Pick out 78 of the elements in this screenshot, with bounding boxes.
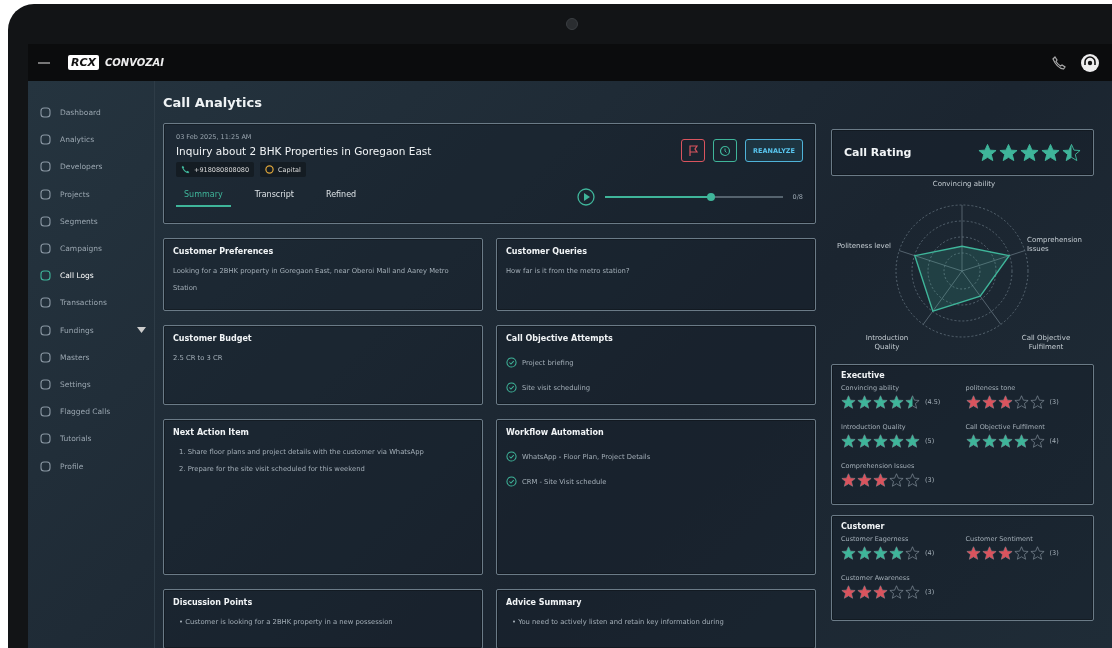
caret-icon[interactable] <box>137 327 146 334</box>
tab[interactable]: Summary <box>176 187 231 207</box>
star-icon <box>857 473 872 487</box>
star-icon <box>889 546 904 560</box>
star-icon <box>905 434 920 448</box>
star-icon <box>889 395 904 409</box>
call-rating-title: Call Rating <box>844 146 913 159</box>
card-title: Customer Budget <box>173 334 253 343</box>
group-title: Customer <box>841 522 886 531</box>
star-icon <box>905 473 920 487</box>
star-icon <box>905 546 920 560</box>
star-icon <box>997 546 1013 560</box>
star-icon <box>997 434 1013 448</box>
flag-button[interactable] <box>681 139 706 162</box>
tab[interactable]: Transcript <box>246 187 302 207</box>
star-icon <box>1029 395 1045 409</box>
star-icon <box>857 546 872 560</box>
star-icon <box>873 395 888 409</box>
headset-avatar-icon[interactable] <box>1080 52 1100 73</box>
card-title: Advice Summary <box>506 598 583 607</box>
star-icon <box>997 395 1013 409</box>
check-circle-icon <box>506 451 517 462</box>
star-icon <box>889 585 904 599</box>
star-icon <box>1029 546 1045 560</box>
star-icon <box>905 395 920 409</box>
star-icon <box>889 434 904 448</box>
star-icon <box>841 473 856 487</box>
star-icon <box>889 473 904 487</box>
star-icon <box>978 143 997 162</box>
flag-icon <box>687 144 700 157</box>
card-title: Discussion Points <box>173 598 254 607</box>
logo-text: CONVOZAI <box>105 57 164 68</box>
star-icon <box>857 434 872 448</box>
card-title: Workflow Automation <box>506 428 605 437</box>
phone-icon[interactable] <box>1052 55 1066 70</box>
star-icon <box>873 585 888 599</box>
page-title: Call Analytics <box>163 95 263 110</box>
star-icon <box>1062 143 1081 162</box>
check-circle-icon <box>506 476 517 487</box>
camera-dot <box>566 18 578 30</box>
card-title: Customer Preferences <box>173 247 275 256</box>
star-icon <box>873 546 888 560</box>
star-icon <box>841 395 856 409</box>
coin-icon <box>265 165 275 174</box>
star-icon <box>999 143 1018 162</box>
star-icon <box>965 395 981 409</box>
star-icon <box>873 434 888 448</box>
play-icon[interactable] <box>576 188 595 206</box>
star-icon <box>1013 546 1029 560</box>
star-icon <box>1013 395 1029 409</box>
card-title: Next Action Item <box>173 428 250 437</box>
clock-icon <box>719 144 732 157</box>
star-icon <box>873 473 888 487</box>
star-icon <box>1029 434 1045 448</box>
call-title: Inquiry about 2 BHK Properties in Goregaon East <box>176 145 433 157</box>
star-icon <box>841 434 856 448</box>
star-icon <box>841 546 856 560</box>
logo-badge: RCX <box>68 55 100 70</box>
history-button[interactable] <box>713 139 738 162</box>
star-icon <box>981 395 997 409</box>
star-icon <box>841 585 856 599</box>
star-icon <box>857 395 872 409</box>
star-icon <box>905 585 920 599</box>
check-circle-icon <box>506 357 517 368</box>
star-icon <box>965 434 981 448</box>
phone-icon <box>181 165 190 174</box>
star-icon <box>857 585 872 599</box>
star-icon <box>965 546 981 560</box>
star-icon <box>981 434 997 448</box>
star-icon <box>1013 434 1029 448</box>
card-title: Call Objective Attempts <box>506 334 614 343</box>
card-title: Customer Queries <box>506 247 588 256</box>
star-icon <box>1041 143 1060 162</box>
check-circle-icon <box>506 382 517 393</box>
tab[interactable]: Refined <box>317 187 365 207</box>
star-icon <box>1020 143 1039 162</box>
star-icon <box>981 546 997 560</box>
group-title: Executive <box>841 371 886 380</box>
